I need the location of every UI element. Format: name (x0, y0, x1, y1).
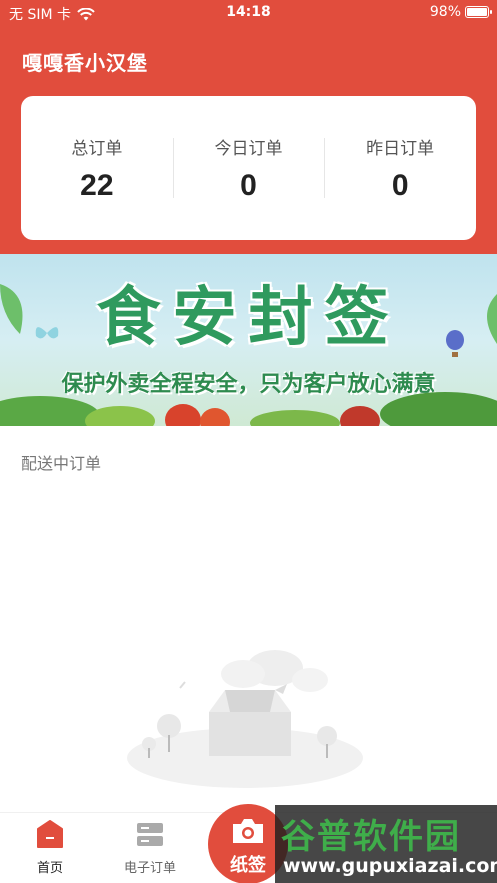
stat-label: 总订单 (71, 138, 123, 159)
vegetable-decoration (85, 406, 155, 426)
stat-label: 昨日订单 (366, 138, 435, 159)
section-title-delivering: 配送中订单 (21, 454, 102, 473)
stats-card: 总订单 22 今日订单 0 昨日订单 0 (21, 96, 476, 240)
stat-label: 今日订单 (214, 138, 283, 159)
vegetable-decoration (340, 406, 380, 426)
empty-box-illustration (127, 650, 363, 788)
battery-percent: 98% (429, 4, 461, 20)
watermark: 谷普软件园 www.gupuxiazai.com (275, 805, 497, 883)
battery-fill (467, 8, 487, 16)
stat-yesterday-orders[interactable]: 昨日订单 0 (324, 134, 476, 203)
vegetable-decoration (200, 408, 230, 426)
watermark-title: 谷普软件园 (281, 817, 461, 857)
banner-title: 食安封签 (96, 281, 401, 355)
tab-label: 电子订单 (123, 861, 176, 876)
stat-today-orders[interactable]: 今日订单 0 (172, 134, 325, 203)
stat-value: 0 (240, 168, 257, 202)
status-time: 14:18 (226, 4, 271, 20)
battery-icon (465, 6, 492, 18)
vegetable-decoration (250, 410, 340, 426)
tab-electronic-orders[interactable]: 电子订单 (110, 819, 190, 876)
tab-home[interactable]: 首页 (10, 819, 90, 876)
store-name: 嘎嘎香小汉堡 (22, 51, 148, 75)
watermark-url: www.gupuxiazai.com (283, 855, 497, 877)
home-icon (37, 820, 63, 848)
stat-total-orders[interactable]: 总订单 22 (21, 134, 173, 203)
status-bar: 无 SIM 卡 14:18 98% (0, 0, 497, 26)
promo-banner[interactable]: 食安封签 保护外卖全程安全，只为客户放心满意 (0, 254, 497, 426)
status-right: 98% (429, 4, 492, 20)
header: 无 SIM 卡 14:18 98% 嘎嘎香小汉堡 总订单 22 今日订单 0 昨… (0, 0, 497, 254)
camera-icon (233, 819, 263, 843)
vegetable-decoration (165, 404, 201, 426)
server-list-icon (137, 823, 163, 846)
stat-value: 0 (391, 168, 409, 202)
stat-value: 22 (80, 168, 114, 202)
tab-label: 首页 (36, 861, 63, 876)
